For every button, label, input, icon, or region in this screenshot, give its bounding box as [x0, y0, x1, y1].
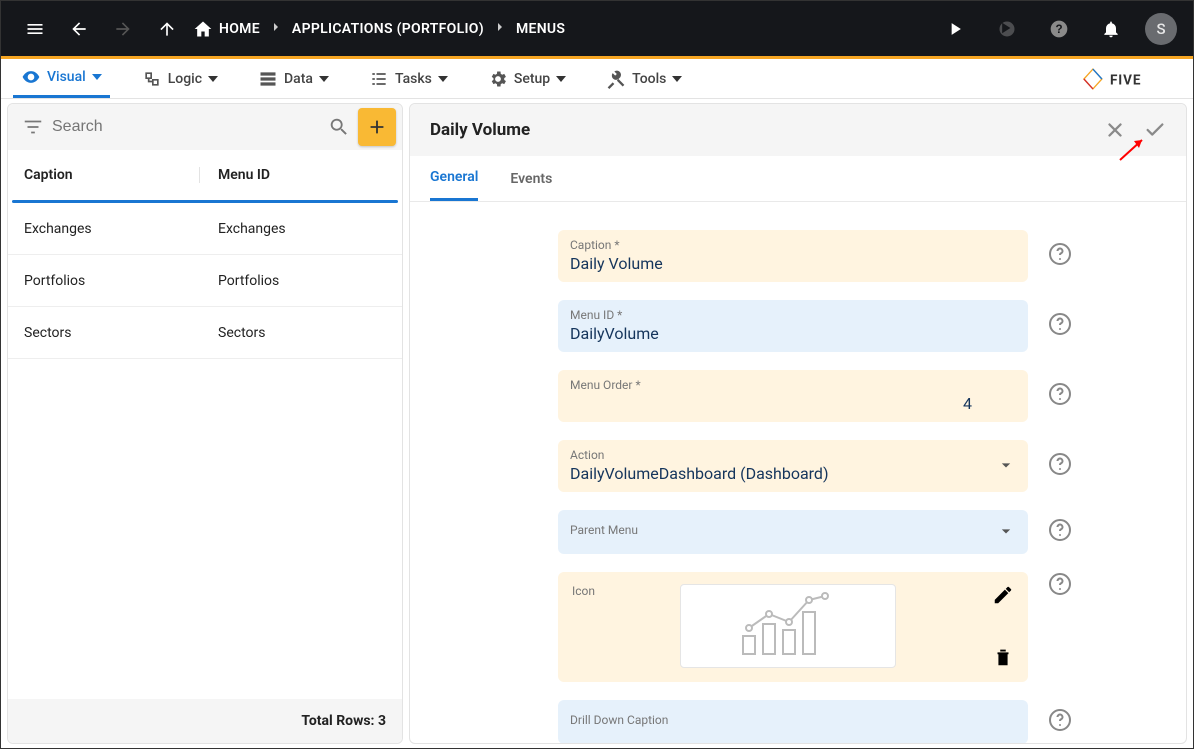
field-action-value: DailyVolumeDashboard (Dashboard)	[570, 464, 996, 483]
list-cell-menuid: Exchanges	[200, 221, 386, 237]
edit-icon[interactable]	[992, 584, 1014, 606]
menu-icon[interactable]	[17, 11, 53, 47]
up-icon[interactable]	[149, 11, 185, 47]
list-cell-caption: Sectors	[24, 325, 200, 341]
filter-icon[interactable]	[22, 116, 44, 138]
svg-text:FIVE: FIVE	[1110, 72, 1141, 88]
tab-visual[interactable]: Visual	[13, 59, 110, 98]
field-menuid-label: Menu ID *	[570, 308, 1016, 322]
totals-row: Total Rows: 3	[8, 699, 402, 743]
breadcrumb-home-label: HOME	[219, 21, 260, 37]
search-icon[interactable]	[328, 116, 350, 138]
list-cell-menuid: Sectors	[200, 325, 386, 341]
delete-icon[interactable]	[992, 646, 1014, 668]
svg-text:?: ?	[1055, 23, 1062, 36]
breadcrumb-applications[interactable]: APPLICATIONS (PORTFOLIO)	[292, 21, 484, 37]
close-icon[interactable]	[1104, 119, 1126, 141]
help-icon[interactable]	[1048, 518, 1072, 546]
detail-header: Daily Volume	[410, 104, 1186, 156]
totals-label: Total Rows: 3	[301, 713, 386, 729]
list-cell-menuid: Portfolios	[200, 273, 386, 289]
help-icon[interactable]	[1048, 572, 1072, 600]
tab-tools-label: Tools	[632, 71, 666, 87]
list-cell-caption: Portfolios	[24, 273, 200, 289]
field-action[interactable]: Action DailyVolumeDashboard (Dashboard)	[558, 440, 1028, 492]
field-action-label: Action	[570, 448, 996, 462]
field-parent-menu[interactable]: Parent Menu	[558, 510, 1028, 554]
tab-logic-label: Logic	[168, 71, 202, 87]
chevron-down-icon	[996, 521, 1016, 541]
brand-logo: FIVE	[1083, 59, 1181, 98]
list-pane: Caption Menu ID Exchanges Exchanges Port…	[7, 103, 403, 744]
help-icon[interactable]	[1048, 452, 1072, 480]
main-split: Caption Menu ID Exchanges Exchanges Port…	[1, 99, 1193, 748]
chevron-right-icon	[492, 19, 508, 39]
list-header-menuid[interactable]: Menu ID	[200, 167, 386, 183]
list-header-caption[interactable]: Caption	[24, 167, 200, 183]
tab-logic[interactable]: Logic	[134, 59, 226, 98]
detail-title: Daily Volume	[430, 120, 530, 140]
tab-setup[interactable]: Setup	[480, 59, 574, 98]
list-cell-caption: Exchanges	[24, 221, 200, 237]
field-drilldown-label: Drill Down Caption	[570, 713, 1016, 727]
breadcrumb-home[interactable]: HOME	[193, 11, 260, 47]
avatar[interactable]: S	[1145, 13, 1177, 45]
chevron-right-icon	[268, 19, 284, 39]
subtab-events[interactable]: Events	[510, 156, 552, 201]
list-row[interactable]: Exchanges Exchanges	[8, 203, 402, 255]
field-menu-order[interactable]: Menu Order * 4	[558, 370, 1028, 422]
check-icon[interactable]	[1144, 119, 1166, 141]
field-icon-label: Icon	[572, 584, 662, 598]
tab-data-label: Data	[284, 71, 313, 87]
help-icon[interactable]	[1048, 382, 1072, 410]
tab-tools[interactable]: Tools	[598, 59, 690, 98]
detail-pane: Daily Volume General Events Caption * Da…	[409, 103, 1187, 744]
tab-data[interactable]: Data	[250, 59, 337, 98]
field-menuid-value: DailyVolume	[570, 324, 1016, 343]
help-icon[interactable]	[1048, 708, 1072, 736]
list-row[interactable]: Portfolios Portfolios	[8, 255, 402, 307]
field-caption[interactable]: Caption * Daily Volume	[558, 230, 1028, 282]
tab-tasks-label: Tasks	[395, 71, 432, 87]
field-caption-value: Daily Volume	[570, 254, 1016, 273]
search-input[interactable]	[52, 118, 320, 136]
forward-icon	[105, 11, 141, 47]
help-icon[interactable]	[1048, 312, 1072, 340]
breadcrumb-menus[interactable]: MENUS	[516, 21, 565, 37]
field-order-value: 4	[570, 394, 1016, 413]
subtab-general[interactable]: General	[430, 156, 478, 201]
field-caption-label: Caption *	[570, 238, 1016, 252]
field-menuid[interactable]: Menu ID * DailyVolume	[558, 300, 1028, 352]
main-tabs: Visual Logic Data Tasks Setup Tools FIVE	[1, 59, 1193, 99]
field-parent-label: Parent Menu	[570, 523, 996, 537]
speech-icon[interactable]	[989, 11, 1025, 47]
breadcrumb: HOME APPLICATIONS (PORTFOLIO) MENUS	[193, 11, 565, 47]
search-row	[8, 104, 402, 150]
field-drilldown-caption[interactable]: Drill Down Caption	[558, 700, 1028, 743]
run-icon[interactable]	[937, 11, 973, 47]
icon-preview	[680, 584, 896, 668]
help-icon[interactable]	[1048, 242, 1072, 270]
field-order-label: Menu Order *	[570, 378, 1016, 392]
bell-icon[interactable]	[1093, 11, 1129, 47]
form-scroll[interactable]: Caption * Daily Volume Menu ID * DailyVo…	[410, 202, 1186, 743]
top-bar: HOME APPLICATIONS (PORTFOLIO) MENUS ? S	[1, 1, 1193, 56]
chevron-down-icon	[996, 455, 1016, 475]
list-row[interactable]: Sectors Sectors	[8, 307, 402, 359]
tab-setup-label: Setup	[514, 71, 550, 87]
help-icon[interactable]: ?	[1041, 11, 1077, 47]
field-icon: Icon	[558, 572, 1028, 682]
back-icon[interactable]	[61, 11, 97, 47]
list-header: Caption Menu ID	[8, 150, 402, 200]
tab-visual-label: Visual	[47, 69, 86, 85]
add-button[interactable]	[358, 108, 396, 146]
tab-tasks[interactable]: Tasks	[361, 59, 456, 98]
subtabs: General Events	[410, 156, 1186, 202]
